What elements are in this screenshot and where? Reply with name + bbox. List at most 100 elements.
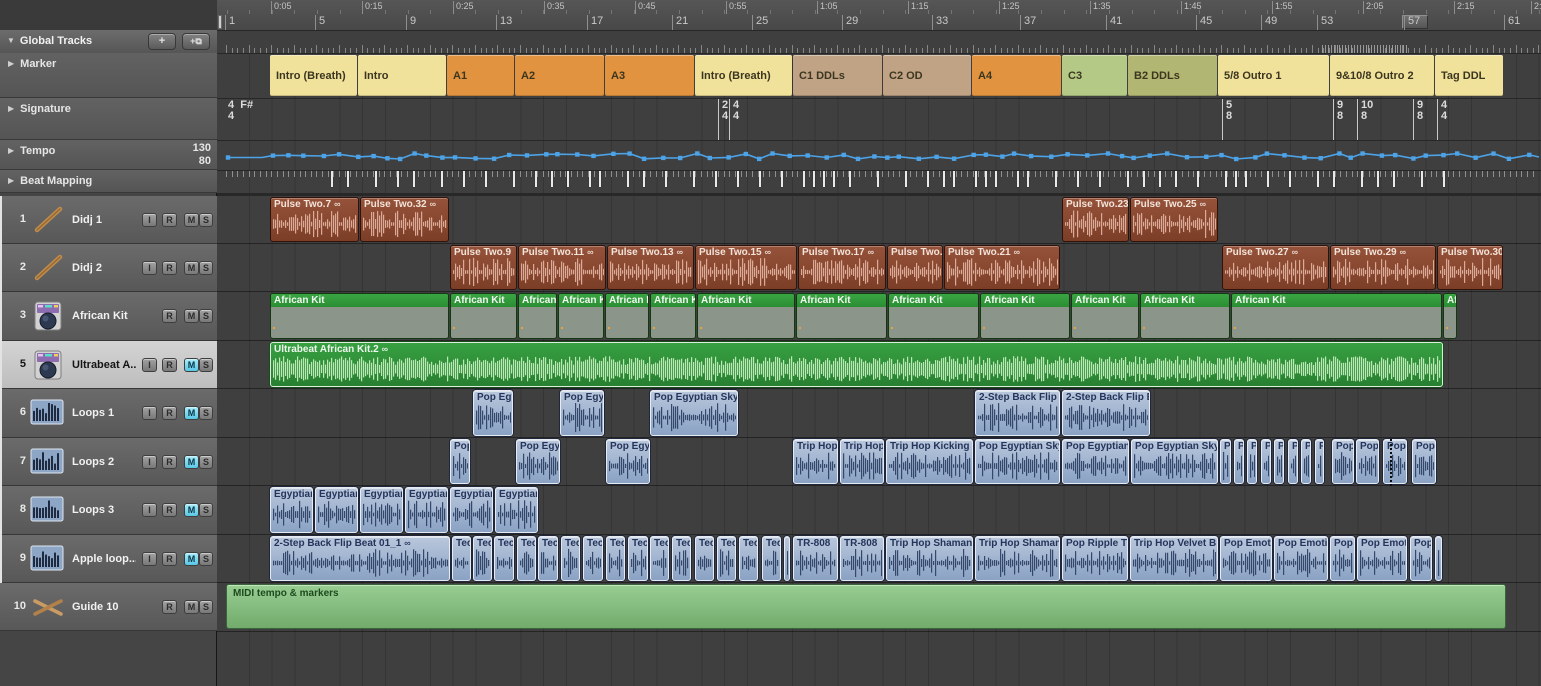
marker-region[interactable]: Tag DDL	[1435, 55, 1503, 96]
audio-region[interactable]: Tec	[606, 536, 625, 581]
audio-region[interactable]: Tec	[583, 536, 603, 581]
midi-region[interactable]: African Kit	[518, 293, 557, 339]
mute-button[interactable]: M	[184, 358, 199, 372]
add-global-track-button[interactable]: +	[148, 33, 176, 50]
input-monitor-button[interactable]: I	[142, 552, 157, 566]
audio-region[interactable]: Pop Egy	[516, 439, 560, 484]
audio-region[interactable]: Tec	[452, 536, 471, 581]
audio-region[interactable]: Tec	[473, 536, 492, 581]
marker-region[interactable]: C3	[1062, 55, 1127, 96]
marker-region[interactable]: 5/8 Outro 1	[1218, 55, 1329, 96]
audio-region[interactable]: Egyptian	[315, 487, 358, 533]
audio-region[interactable]: Pop	[1261, 439, 1271, 484]
bar-ruler-label[interactable]: 21	[676, 15, 688, 27]
time-signature[interactable]: 4 F# 4	[228, 98, 258, 140]
midi-region[interactable]: African Kit	[605, 293, 649, 339]
audio-region[interactable]: Pulse Two.15∞	[695, 245, 797, 290]
audio-region[interactable]: Pop	[1288, 439, 1298, 484]
mute-button[interactable]: M	[184, 455, 199, 469]
audio-region[interactable]: Pop	[1315, 439, 1324, 484]
solo-button[interactable]: S	[199, 552, 213, 566]
audio-region[interactable]: Tec	[717, 536, 736, 581]
bar-ruler-label[interactable]: 57	[1408, 15, 1420, 27]
audio-region[interactable]: Tec	[650, 536, 669, 581]
solo-button[interactable]: S	[199, 309, 213, 323]
bar-ruler-label[interactable]: 5	[319, 15, 325, 27]
audio-region[interactable]: Egyptian	[270, 487, 313, 533]
audio-region[interactable]: 2-Step Back Flip I	[975, 390, 1060, 436]
tempo-curve[interactable]	[217, 140, 1541, 170]
audio-region[interactable]: Pulse Two.21∞	[944, 245, 1060, 290]
marker-region[interactable]: A3	[605, 55, 694, 96]
track-header-row-6[interactable]: 6Loops 1IRMS	[0, 389, 217, 438]
audio-region[interactable]: Pop Ripple T	[1062, 536, 1128, 581]
audio-region[interactable]: Pop	[1220, 439, 1231, 484]
audio-region[interactable]: Pop	[1301, 439, 1311, 484]
audio-region[interactable]: Pop	[1247, 439, 1257, 484]
audio-region[interactable]: Pulse Two.32∞	[360, 197, 449, 242]
audio-region[interactable]: Pop	[1356, 439, 1379, 484]
global-lane-header-beat-mapping[interactable]: ▶Beat Mapping	[0, 170, 217, 193]
audio-region[interactable]: 2-Step Back Flip B	[1062, 390, 1150, 436]
marker-region[interactable]: C1 DDLs	[793, 55, 882, 96]
audio-region[interactable]	[784, 536, 790, 581]
time-signature[interactable]: 10 8	[1357, 98, 1387, 140]
solo-button[interactable]: S	[199, 455, 213, 469]
audio-region[interactable]: Pop	[1410, 536, 1432, 581]
audio-region[interactable]: Pulse Two.11∞	[518, 245, 606, 290]
track-header-row-2[interactable]: 2Didj 2IRMS	[0, 244, 217, 292]
input-monitor-button[interactable]: I	[142, 406, 157, 420]
track-header-row-7[interactable]: 7Loops 2IRMS	[0, 438, 217, 486]
audio-region[interactable]: Pulse Two.13∞	[607, 245, 694, 290]
collapse-triangle-icon[interactable]: ▼	[7, 36, 15, 45]
record-enable-button[interactable]: R	[162, 309, 177, 323]
audio-region[interactable]: Pop Emoti	[1357, 536, 1407, 581]
bar-ruler-label[interactable]: 29	[846, 15, 858, 27]
mute-button[interactable]: M	[184, 261, 199, 275]
audio-region[interactable]: Pop Emoti	[1274, 536, 1328, 581]
audio-region[interactable]: Egyptian	[405, 487, 448, 533]
audio-region[interactable]: Pop Egy	[560, 390, 604, 436]
audio-region[interactable]: Tec	[762, 536, 781, 581]
bar-ruler-label[interactable]: 13	[500, 15, 512, 27]
marker-region[interactable]: B2 DDLs	[1128, 55, 1217, 96]
record-enable-button[interactable]: R	[162, 261, 177, 275]
midi-region[interactable]: African Kit	[697, 293, 795, 339]
midi-region[interactable]: African Kit	[270, 293, 449, 339]
audio-region[interactable]: Trip Hop Shaman	[886, 536, 973, 581]
audio-region[interactable]: Egyptian	[360, 487, 403, 533]
time-signature[interactable]: 5 8	[1222, 98, 1252, 140]
audio-region[interactable]: Pop	[1274, 439, 1284, 484]
expand-triangle-icon[interactable]: ▶	[8, 59, 14, 68]
midi-region[interactable]: African Kit	[796, 293, 887, 339]
marker-region[interactable]: A1	[447, 55, 514, 96]
bar-ruler-label[interactable]: 25	[756, 15, 768, 27]
track-header-row-5[interactable]: 5Ultrabeat A...IRMS	[0, 341, 217, 389]
time-signature[interactable]: 4 4	[729, 98, 759, 140]
expand-triangle-icon[interactable]: ▶	[8, 104, 14, 113]
bar-ruler[interactable]: 0:050:150:250:350:450:551:051:151:251:35…	[217, 0, 1541, 31]
audio-region[interactable]: Pop	[1332, 439, 1354, 484]
audio-region[interactable]: Tec	[561, 536, 580, 581]
audio-region[interactable]: Egyptian	[450, 487, 493, 533]
bar-ruler-label[interactable]: 49	[1265, 15, 1277, 27]
track-header-row-3[interactable]: 3African KitRMS	[0, 292, 217, 341]
bar-ruler-label[interactable]: 17	[591, 15, 603, 27]
audio-region[interactable]: Pop Egyptian	[1062, 439, 1129, 484]
expand-triangle-icon[interactable]: ▶	[8, 146, 14, 155]
tempo-lane[interactable]	[217, 140, 1541, 170]
solo-button[interactable]: S	[199, 213, 213, 227]
audio-region[interactable]: Tec	[538, 536, 558, 581]
audio-region[interactable]: Tec	[494, 536, 514, 581]
bar-ruler-label[interactable]: 61	[1508, 15, 1520, 27]
audio-region[interactable]: Pulse Two.19∞	[887, 245, 943, 290]
audio-region[interactable]: Pop Egy	[606, 439, 650, 484]
audio-region[interactable]: TR-808	[793, 536, 838, 581]
audio-region[interactable]: Tec	[695, 536, 714, 581]
audio-region[interactable]: Tec	[739, 536, 758, 581]
midi-region[interactable]: African Kit	[1443, 293, 1457, 339]
audio-region[interactable]: Pop Egyptian Sky	[1131, 439, 1218, 484]
record-enable-button[interactable]: R	[162, 600, 177, 614]
audio-region[interactable]: Pulse Two.9	[450, 245, 517, 290]
marker-region[interactable]: A2	[515, 55, 604, 96]
